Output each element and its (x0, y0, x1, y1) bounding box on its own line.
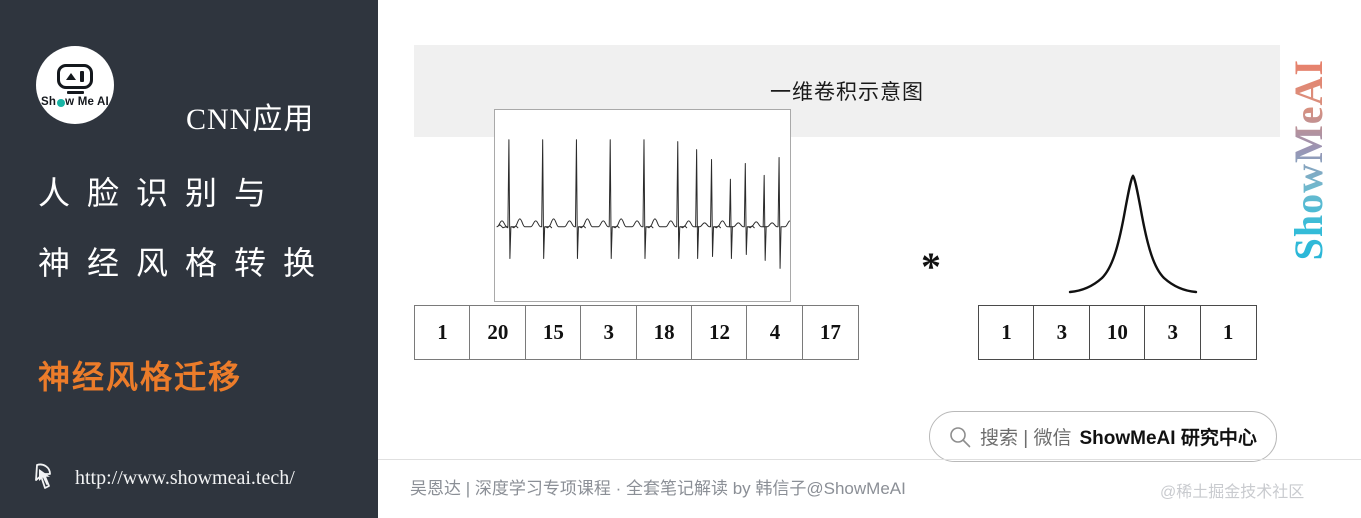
source-watermark: @稀土掘金技术社区 (1160, 484, 1305, 501)
signal-cell: 15 (524, 305, 582, 360)
signal-waveform-box (494, 109, 791, 302)
signal-cell: 4 (746, 305, 804, 360)
page-title: 一维卷积示意图 (770, 81, 924, 104)
kernel-cell: 1 (978, 305, 1035, 360)
logo-o-dot-icon (56, 99, 65, 108)
kernel-cell: 3 (1033, 305, 1091, 360)
sidebar-title-cnn: CNN应用 (186, 103, 315, 136)
sidebar-title-line1: 人脸识别与 (38, 175, 284, 211)
main-content: 一维卷积示意图 ShowMeAI 1 20 15 3 18 12 4 17 * … (378, 0, 1361, 518)
logo-wordmark-suffix: w Me AI (65, 96, 109, 109)
sidebar-url-text: http://www.showmeai.tech/ (75, 466, 295, 489)
ecg-waveform-chart (496, 139, 790, 269)
signal-cell: 20 (469, 305, 527, 360)
robot-eye-left-icon (66, 72, 77, 80)
kernel-curve-box (1068, 160, 1198, 305)
kernel-cell: 10 (1088, 305, 1146, 360)
logo-wordmark-prefix: Sh (41, 96, 57, 109)
sidebar-title-line2: 神经风格转换 (38, 245, 333, 281)
vertical-brand-text: ShowMeAI (1285, 59, 1331, 261)
kernel-cell: 3 (1144, 305, 1202, 360)
signal-cell: 3 (580, 305, 638, 360)
search-placeholder-label: 搜索 | 微信 (980, 428, 1072, 449)
search-icon (950, 426, 971, 447)
signal-cell: 1 (414, 305, 471, 360)
footer-divider (378, 459, 1361, 460)
sidebar-topic-highlight: 神经风格迁移 (38, 359, 243, 395)
robot-eye-right-icon (80, 70, 84, 82)
sidebar: Sh w Me AI CNN应用 人脸识别与 神经风格转换 神经风格迁移 htt… (0, 0, 378, 518)
footer-credit: 吴恩达 | 深度学习专项课程 · 全套笔记解读 by 韩信子@ShowMeAI (410, 479, 906, 498)
gaussian-kernel-chart (1068, 174, 1198, 294)
vertical-brand-watermark: ShowMeAI (1278, 30, 1338, 290)
signal-cell: 12 (691, 305, 749, 360)
slide-root: Sh w Me AI CNN应用 人脸识别与 神经风格转换 神经风格迁移 htt… (0, 0, 1361, 518)
robot-mouth-icon (66, 91, 84, 95)
robot-face-icon (57, 63, 93, 89)
showmeai-logo: Sh w Me AI (36, 46, 114, 124)
signal-value-row: 1 20 15 3 18 12 4 17 (414, 305, 859, 360)
kernel-cell: 1 (1199, 305, 1257, 360)
search-brand-label: ShowMeAI 研究中心 (1079, 428, 1257, 449)
signal-cell: 18 (635, 305, 693, 360)
kernel-value-row: 1 3 10 3 1 (978, 305, 1257, 360)
logo-wordmark: Sh w Me AI (41, 96, 109, 108)
signal-cell: 17 (801, 305, 859, 360)
mouse-cursor-icon (35, 463, 51, 489)
convolution-operator: * (921, 244, 941, 289)
wechat-search-pill[interactable]: 搜索 | 微信 ShowMeAI 研究中心 (929, 411, 1277, 462)
sidebar-url-row[interactable]: http://www.showmeai.tech/ (33, 462, 295, 494)
